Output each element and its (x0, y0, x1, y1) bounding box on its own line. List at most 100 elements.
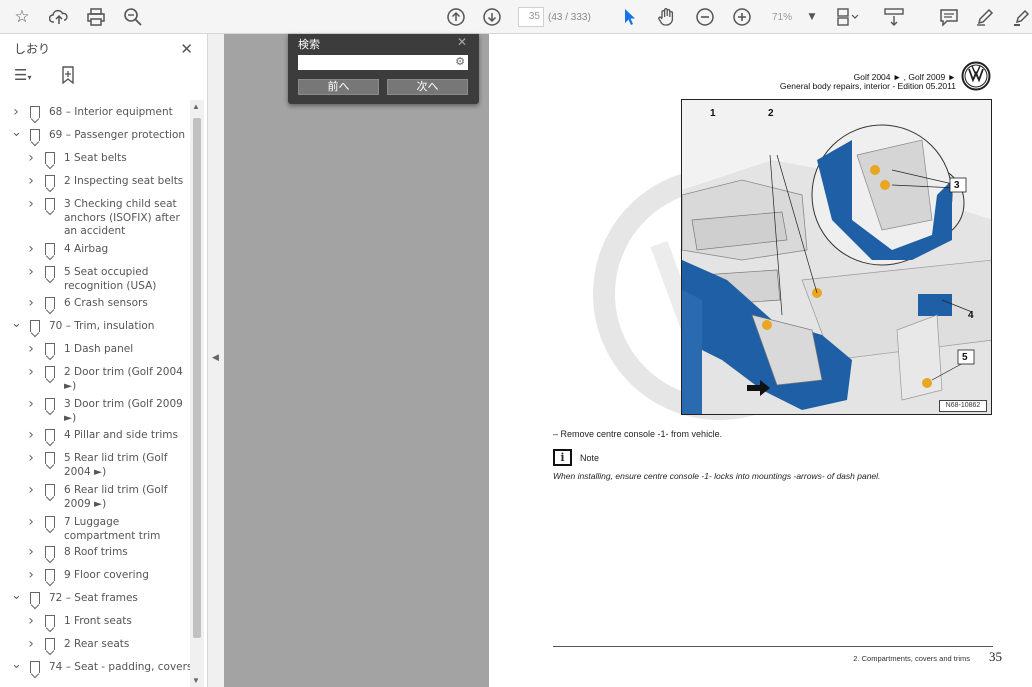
close-icon[interactable]: ✕ (180, 40, 193, 58)
bookmark-icon (45, 615, 55, 627)
chevron-right-icon[interactable]: › (26, 342, 36, 356)
scroll-thumb[interactable] (193, 118, 201, 638)
chevron-right-icon[interactable]: › (26, 568, 36, 582)
bookmark-label: 3 Checking child seat (64, 198, 177, 210)
bookmark-label: anchors (ISOFIX) after (64, 211, 180, 224)
figure-label-4: 4 (968, 310, 974, 321)
star-icon[interactable]: ☆ (10, 5, 34, 29)
chevron-right-icon[interactable]: › (26, 242, 36, 256)
bookmark-label: 4 Pillar and side trims (64, 429, 178, 441)
add-bookmark-icon[interactable] (60, 66, 76, 88)
bookmark-label: 5 Rear lid trim (Golf (64, 452, 168, 464)
chevron-right-icon[interactable]: › (26, 151, 36, 165)
zoom-out-icon[interactable] (693, 5, 717, 29)
bookmark-label: ►) (64, 411, 77, 424)
bookmark-icon (45, 452, 55, 464)
bookmark-icon (30, 129, 40, 141)
page-up-icon[interactable] (444, 5, 468, 29)
pdf-page: Golf 2004 ► , Golf 2009 ► General body r… (489, 34, 1032, 687)
search-input[interactable] (298, 55, 468, 70)
pen-icon[interactable] (973, 5, 997, 29)
chevron-down-icon[interactable]: ▼ (800, 5, 824, 29)
select-cursor-icon[interactable] (618, 5, 642, 29)
chevron-right-icon[interactable]: › (26, 614, 36, 628)
search-panel: 検索 ✕ ⚙ 前へ 次へ (288, 34, 479, 104)
bookmark-icon (30, 106, 40, 118)
bookmark-icon (45, 398, 55, 410)
bookmark-label: 2009 ►) (64, 497, 107, 510)
previous-button[interactable]: 前へ (298, 79, 379, 95)
page-number-input[interactable]: 35 (518, 7, 544, 27)
collapse-arrow-icon[interactable]: ◀ (212, 352, 219, 363)
chevron-right-icon[interactable]: › (26, 365, 36, 379)
bookmark-label: compartment trim (64, 529, 161, 542)
page-count: (43 / 333) (548, 11, 591, 23)
figure-label-2: 2 (768, 108, 774, 119)
zoom-level[interactable]: 71% (772, 7, 802, 27)
scroll-up-icon[interactable]: ▲ (192, 102, 200, 111)
bookmark-label: 3 Door trim (Golf 2009 (64, 398, 183, 410)
footer-page-number: 35 (989, 649, 1002, 664)
chevron-right-icon[interactable]: › (26, 637, 36, 651)
chevron-right-icon[interactable]: › (26, 265, 36, 279)
bookmark-icon (45, 343, 55, 355)
header-edition: General body repairs, interior - Edition… (779, 81, 956, 91)
zoom-search-icon[interactable] (121, 5, 145, 29)
next-button[interactable]: 次へ (387, 79, 468, 95)
hand-tool-icon[interactable] (655, 5, 679, 29)
zoom-in-icon[interactable] (730, 5, 754, 29)
sidebar-scrollbar[interactable]: ▲ ▼ (190, 100, 204, 687)
chevron-right-icon[interactable]: › (26, 428, 36, 442)
bookmark-icon (30, 320, 40, 332)
bookmark-label: 69 – Passenger protection (49, 129, 186, 141)
bookmark-label: 1 Seat belts (64, 152, 127, 164)
bookmark-label: 2 Rear seats (64, 638, 130, 650)
chevron-right-icon[interactable]: › (26, 296, 36, 310)
figure-label-1: 1 (710, 108, 716, 119)
upload-cloud-icon[interactable] (47, 5, 71, 29)
bookmark-label: 5 Seat occupied (64, 266, 149, 278)
chevron-right-icon[interactable]: › (26, 397, 36, 411)
bookmark-label: 4 Airbag (64, 243, 109, 255)
figure-label-5: 5 (962, 352, 968, 363)
chevron-right-icon[interactable]: › (26, 174, 36, 188)
bookmark-icon (30, 592, 40, 604)
bookmark-label: 2 Door trim (Golf 2004 (64, 366, 183, 378)
page-layout-icon[interactable] (836, 5, 860, 29)
chevron-right-icon[interactable]: › (26, 545, 36, 559)
bookmark-icon (30, 661, 40, 673)
chevron-right-icon[interactable]: › (26, 483, 36, 497)
figure-label-3: 3 (954, 180, 960, 191)
chevron-down-icon[interactable]: ⌄ (11, 589, 22, 602)
bookmark-icon (45, 243, 55, 255)
chevron-down-icon[interactable]: ⌄ (11, 317, 22, 330)
info-icon: i (553, 449, 572, 466)
search-panel-title: 検索 (298, 39, 320, 51)
chevron-down-icon[interactable]: ⌄ (11, 126, 22, 139)
toolbar: ☆ 35 (43 / 333) 71% ▼ (0, 0, 1032, 34)
panel-collapse-handle[interactable]: ◀ (208, 34, 224, 687)
bookmark-icon (45, 516, 55, 528)
chevron-right-icon[interactable]: › (26, 451, 36, 465)
chevron-right-icon[interactable]: › (26, 515, 36, 529)
bookmark-icon (45, 266, 55, 278)
bookmark-label: 8 Roof trims (64, 546, 128, 558)
bookmark-list: › 68 – Interior equipment ⌄ 69 – Passenger … (0, 100, 190, 687)
bookmark-label: an accident (64, 225, 126, 237)
close-icon[interactable]: ✕ (457, 35, 467, 49)
chevron-right-icon[interactable]: › (11, 105, 21, 119)
bookmarks-panel: しおり ✕ ☰▾ › 68 – Interior equipment ⌄ 69 – P… (0, 34, 208, 687)
comment-icon[interactable] (937, 5, 961, 29)
chevron-right-icon[interactable]: › (26, 197, 36, 211)
scroll-mode-icon[interactable] (882, 5, 906, 29)
print-icon[interactable] (84, 5, 108, 29)
page-down-icon[interactable] (480, 5, 504, 29)
scroll-down-icon[interactable]: ▼ (192, 676, 200, 685)
document-viewer-background (224, 34, 489, 687)
highlighter-icon[interactable] (1010, 5, 1032, 29)
chevron-down-icon[interactable]: ⌄ (11, 658, 22, 671)
options-menu-icon[interactable]: ☰▾ (14, 66, 31, 84)
bookmark-icon (45, 484, 55, 496)
gear-icon[interactable]: ⚙ (455, 55, 465, 68)
bookmark-label: 6 Crash sensors (64, 297, 148, 309)
